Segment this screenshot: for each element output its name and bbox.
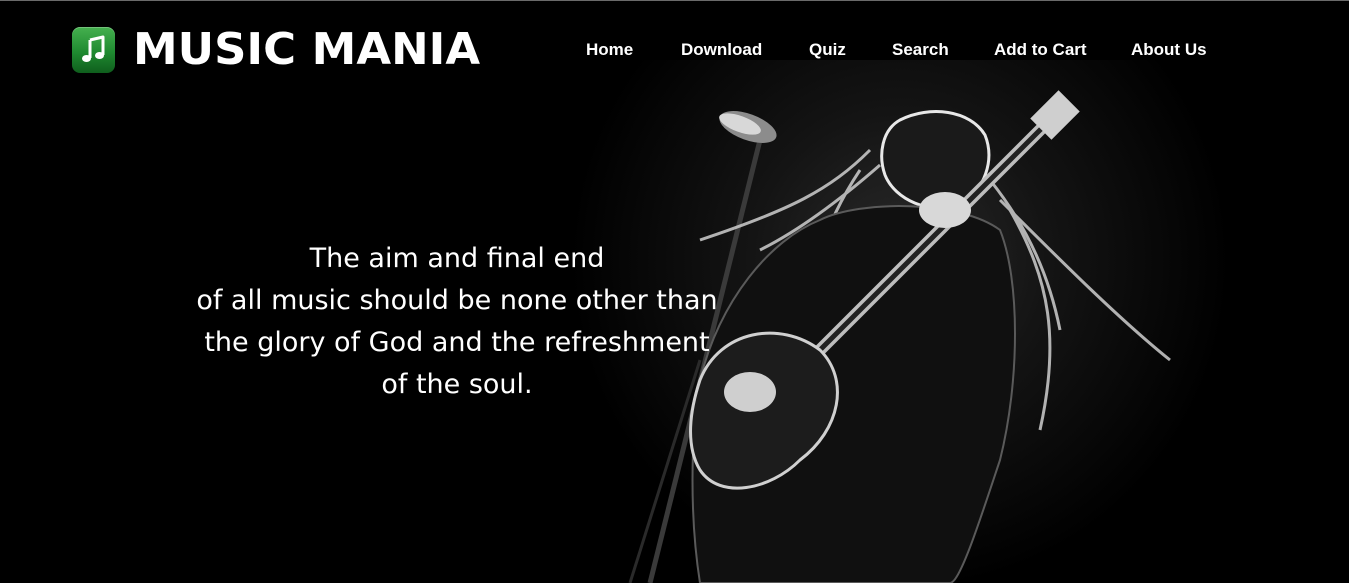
- quote-line: the glory of God and the refreshment: [204, 327, 710, 358]
- top-border: [0, 0, 1349, 1]
- brand-name: MUSIC MANIA: [133, 24, 481, 75]
- music-note-icon: [72, 27, 115, 73]
- nav-download-link[interactable]: Download: [681, 38, 762, 62]
- nav-about-us-link[interactable]: About Us: [1131, 38, 1207, 62]
- nav-add-to-cart-link[interactable]: Add to Cart: [994, 38, 1087, 62]
- quote-line: of the soul.: [381, 369, 533, 400]
- nav-search-link[interactable]: Search: [892, 38, 949, 62]
- nav-quiz-link[interactable]: Quiz: [809, 38, 846, 62]
- quote-line: The aim and final end: [309, 243, 605, 274]
- nav-home-link[interactable]: Home: [586, 38, 633, 62]
- quote-line: of all music should be none other than: [196, 285, 718, 316]
- hero-quote: The aim and final end of all music shoul…: [183, 238, 731, 406]
- page: MUSIC MANIA Home Download Quiz Search Ad…: [0, 0, 1349, 583]
- brand-logo[interactable]: MUSIC MANIA: [72, 27, 480, 73]
